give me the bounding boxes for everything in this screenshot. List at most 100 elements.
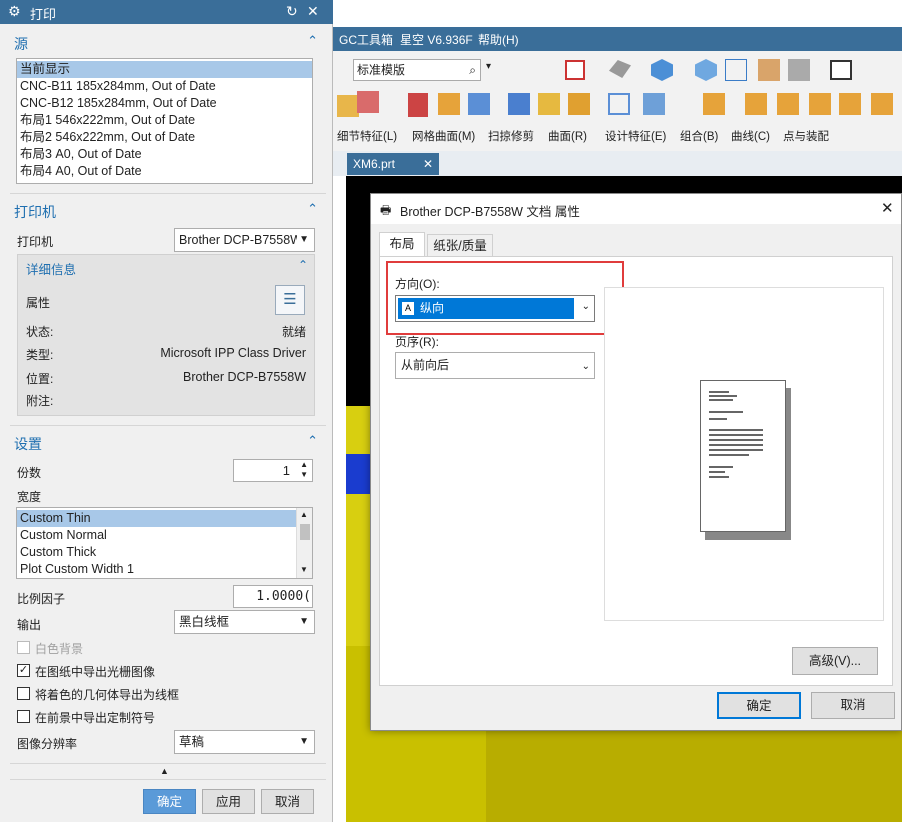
dialog-ok-button[interactable]: 确定 xyxy=(717,692,801,719)
spinner-arrows-icon[interactable]: ▲ ▼ xyxy=(300,460,308,480)
ribbon-design-feature[interactable]: 设计特征(E) xyxy=(605,128,666,144)
list-item[interactable]: 布局4 A0, Out of Date xyxy=(17,163,312,180)
chevron-down-icon[interactable]: ▼ xyxy=(300,565,308,574)
list-item[interactable]: Plot Custom Width 1 xyxy=(17,561,312,578)
delete-face-icon[interactable] xyxy=(871,93,893,115)
template-combo[interactable]: 标准模版 ⌕ xyxy=(353,59,481,81)
blend-icon[interactable] xyxy=(468,93,490,115)
tab-layout[interactable]: 布局 xyxy=(379,232,425,257)
menu-help[interactable]: 帮助(H) xyxy=(478,31,519,48)
chevron-up-icon[interactable]: ⌃ xyxy=(298,258,308,272)
list-item[interactable]: Custom Thick xyxy=(17,544,312,561)
reset-icon[interactable]: ↻ xyxy=(286,3,298,20)
tab-xm6[interactable]: XM6.prt ✕ xyxy=(347,153,439,175)
close-icon[interactable]: ✕ xyxy=(307,3,319,20)
patch-icon[interactable] xyxy=(839,93,861,115)
shaded-wire-checkbox[interactable] xyxy=(17,687,30,700)
printer-section-header[interactable]: 打印机 ⌃ xyxy=(10,198,326,222)
white-bg-checkbox[interactable] xyxy=(17,641,30,654)
list-item[interactable]: 布局1 546x222mm, Out of Date xyxy=(17,112,312,129)
nx-file-tabs: XM6.prt ✕ xyxy=(333,151,902,176)
page-order-select[interactable]: 从前向后 ⌄ xyxy=(395,352,595,379)
collapse-arrow-icon[interactable]: ▲ xyxy=(160,766,169,776)
chevron-up-icon[interactable]: ⌃ xyxy=(307,433,318,449)
cube-icon[interactable] xyxy=(695,59,717,81)
menu-gc-toolbox[interactable]: GC工具箱 xyxy=(339,31,393,48)
text-line xyxy=(709,395,737,397)
sweep-icon[interactable] xyxy=(508,93,530,115)
close-icon[interactable]: ✕ xyxy=(881,199,894,217)
raster-checkbox[interactable]: ✓ xyxy=(17,664,30,677)
source-list[interactable]: 当前显示 CNC-B11 185x284mm, Out of Date CNC-… xyxy=(16,58,313,184)
clip-icon[interactable] xyxy=(788,59,810,81)
mesh-icon[interactable] xyxy=(538,93,560,115)
source-section-header[interactable]: 源 ⌃ xyxy=(10,30,326,54)
surface-icon[interactable] xyxy=(357,91,379,113)
settings-section-header[interactable]: 设置 ⌃ xyxy=(10,430,326,454)
ribbon-sweep-trim[interactable]: 扫掠修剪 xyxy=(488,128,534,144)
copies-spinner[interactable]: 1 ▲ ▼ xyxy=(233,459,313,482)
properties-icon[interactable]: ☰ xyxy=(275,285,305,315)
resolution-select[interactable]: 草稿 ▼ xyxy=(174,730,315,754)
book-icon[interactable] xyxy=(643,93,665,115)
subtract-icon[interactable] xyxy=(745,93,767,115)
menu-xingkong[interactable]: 星空 V6.936F xyxy=(400,31,473,48)
ribbon-curve[interactable]: 曲线(C) xyxy=(731,128,770,144)
tab-paper-quality[interactable]: 纸张/质量 xyxy=(427,234,493,257)
trim-icon[interactable] xyxy=(568,93,590,115)
list-item[interactable]: Custom Normal xyxy=(17,527,312,544)
list-item[interactable]: 布局2 546x222mm, Out of Date xyxy=(17,129,312,146)
width-list[interactable]: Custom Thin Custom Normal Custom Thick P… xyxy=(16,507,313,579)
advanced-button[interactable]: 高级(V)... xyxy=(792,647,878,675)
cube-shaded-icon[interactable] xyxy=(651,59,673,81)
scrollbar-thumb[interactable] xyxy=(300,524,310,540)
revolve-icon[interactable] xyxy=(438,93,460,115)
list-item[interactable]: 当前显示 xyxy=(17,61,312,78)
scrollbar[interactable]: ▲ ▼ xyxy=(296,508,312,578)
extrude-icon[interactable] xyxy=(408,93,428,117)
divider xyxy=(10,193,326,194)
chevron-up-icon[interactable]: ⌃ xyxy=(307,33,318,49)
list-item[interactable]: CNC-B12 185x284mm, Out of Date xyxy=(17,95,312,112)
list-item[interactable]: 布局3 A0, Out of Date xyxy=(17,146,312,163)
type-label: 类型: xyxy=(26,348,54,362)
location-value: Brother DCP-B7558W xyxy=(183,370,306,384)
ribbon-detail-feature[interactable]: 细节特征(L) xyxy=(337,128,397,144)
wireframe-cube-icon[interactable] xyxy=(725,59,747,81)
background-color-icon[interactable] xyxy=(830,60,852,80)
offset-icon[interactable] xyxy=(608,93,630,115)
printer-select[interactable]: Brother DCP-B7558W ▼ xyxy=(174,228,315,252)
chevron-up-icon[interactable]: ⌃ xyxy=(307,201,318,217)
ribbon-point-assembly[interactable]: 点与装配 xyxy=(783,128,829,144)
list-item[interactable]: Custom Thin xyxy=(17,510,296,527)
ribbon-combine[interactable]: 组合(B) xyxy=(680,128,718,144)
fit-view-icon[interactable] xyxy=(565,60,585,80)
output-label: 输出 xyxy=(17,618,42,632)
output-select[interactable]: 黑白线框 ▼ xyxy=(174,610,315,634)
nx-menubar: GC工具箱 星空 V6.936F 帮助(H) xyxy=(333,27,902,51)
status-value: 就绪 xyxy=(281,325,306,339)
ribbon-mesh-surface[interactable]: 网格曲面(M) xyxy=(412,128,475,144)
text-line xyxy=(709,449,763,451)
custom-symbol-checkbox[interactable] xyxy=(17,710,30,723)
chevron-up-icon[interactable]: ▲ xyxy=(300,510,308,519)
text-line xyxy=(709,454,749,456)
chevron-down-icon[interactable]: ▾ xyxy=(486,61,491,72)
render-style-icon[interactable] xyxy=(609,60,631,78)
assemble-icon[interactable] xyxy=(809,93,831,115)
printer-value: Brother DCP-B7558W xyxy=(179,233,302,247)
printer-properties-dialog: 🖶 Brother DCP-B7558W 文档 属性 ✕ 布局 纸张/质量 方向… xyxy=(370,193,902,731)
feature-icon[interactable] xyxy=(337,95,359,117)
cancel-button[interactable]: 取消 xyxy=(261,789,314,814)
ok-button[interactable]: 确定 xyxy=(143,789,196,814)
intersect-icon[interactable] xyxy=(777,93,799,115)
list-item[interactable]: CNC-B11 185x284mm, Out of Date xyxy=(17,78,312,95)
section-icon[interactable] xyxy=(758,59,780,81)
close-icon[interactable]: ✕ xyxy=(423,153,433,175)
scale-input[interactable]: 1.0000( xyxy=(233,585,313,608)
unite-icon[interactable] xyxy=(703,93,725,115)
dialog-cancel-button[interactable]: 取消 xyxy=(811,692,895,719)
apply-button[interactable]: 应用 xyxy=(202,789,255,814)
ribbon-surface[interactable]: 曲面(R) xyxy=(548,128,587,144)
properties-label: 属性 xyxy=(26,296,51,310)
